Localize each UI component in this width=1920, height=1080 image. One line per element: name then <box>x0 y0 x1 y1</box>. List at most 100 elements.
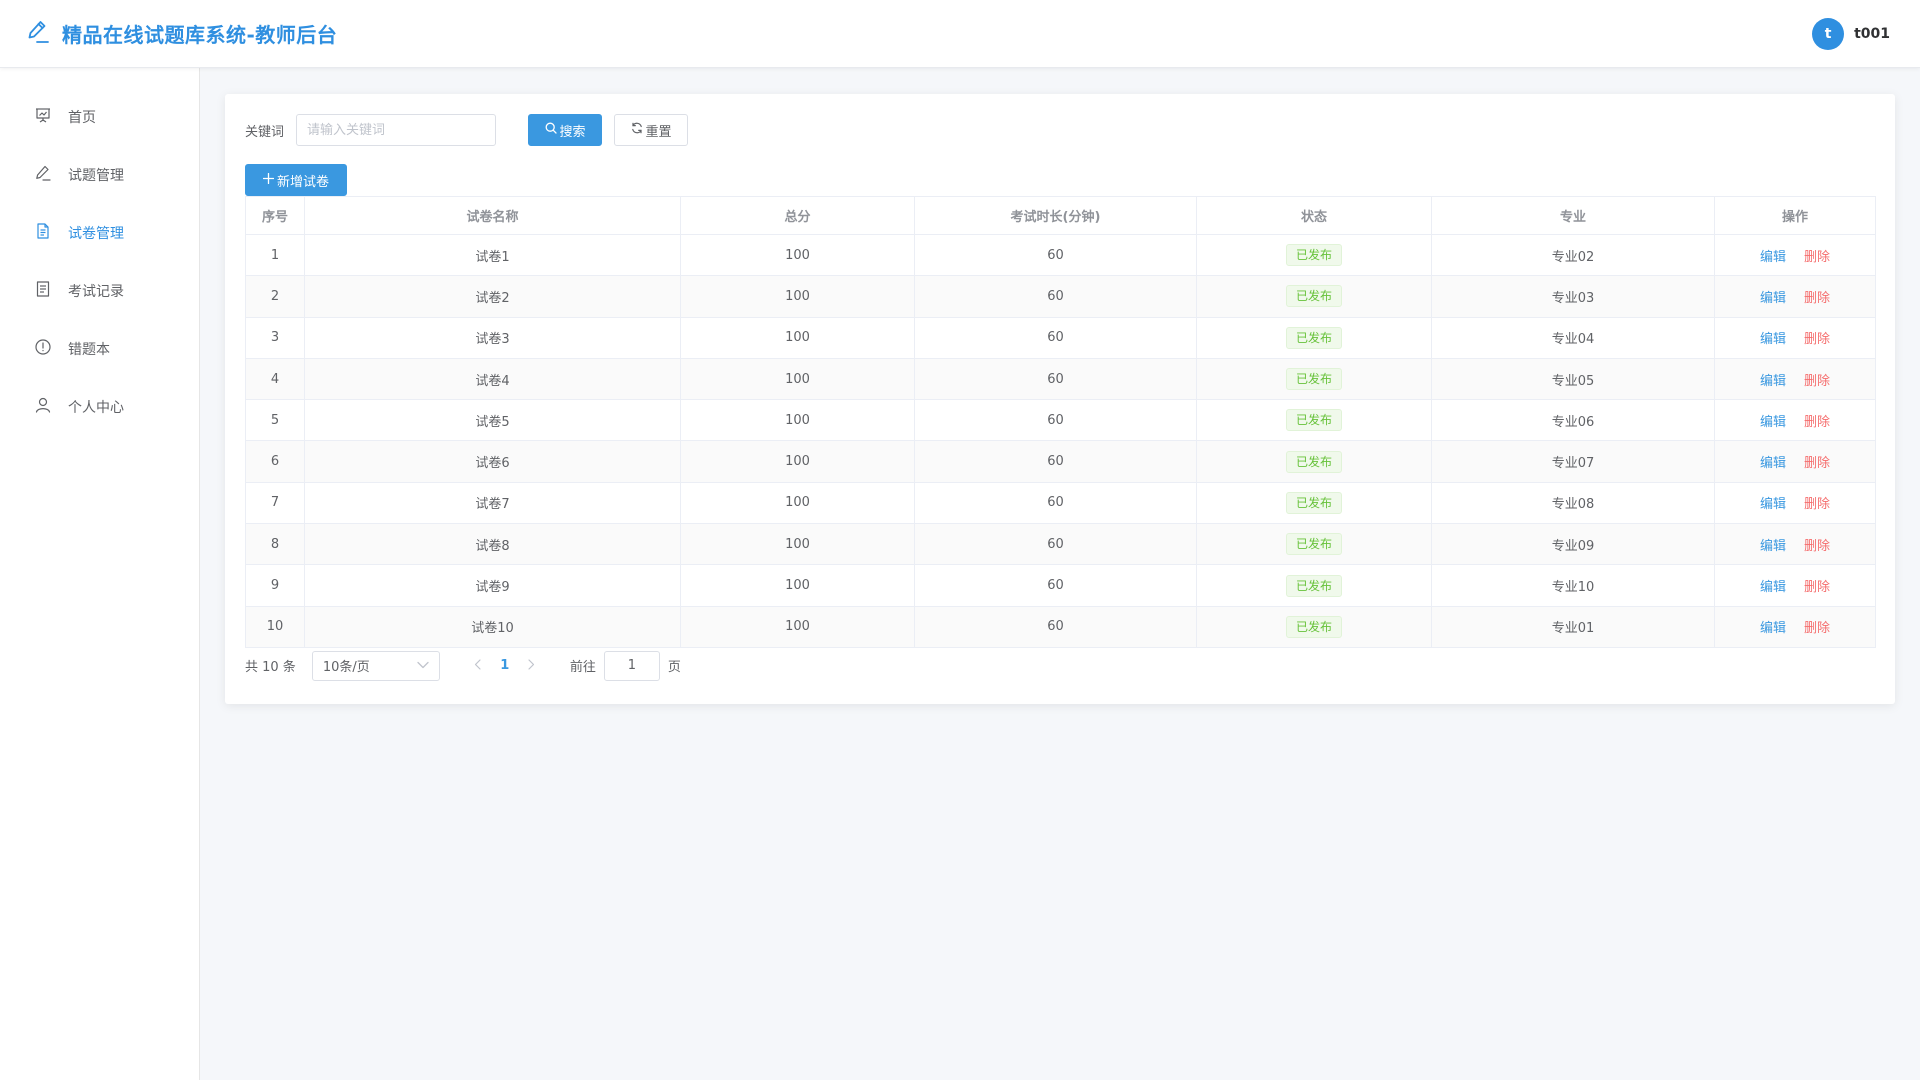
cell-major: 专业05 <box>1431 357 1715 401</box>
cell-paper-name: 试卷1 <box>304 233 681 277</box>
prev-page-button[interactable] <box>466 658 490 674</box>
cell-index: 10 <box>245 605 305 648</box>
edit-pen-icon <box>26 19 50 49</box>
chevron-left-icon <box>475 659 481 670</box>
status-badge: 已发布 <box>1285 615 1342 638</box>
cell-major: 专业04 <box>1431 316 1715 359</box>
next-page-button[interactable] <box>520 658 544 674</box>
cell-status: 已发布 <box>1196 481 1432 525</box>
search-button[interactable]: 搜索 <box>528 114 603 146</box>
edit-button[interactable]: 编辑 <box>1760 374 1786 389</box>
cell-index: 4 <box>245 357 305 401</box>
cell-major: 专业07 <box>1431 440 1715 483</box>
reset-button[interactable]: 重置 <box>614 114 689 146</box>
cell-actions: 编辑 删除 <box>1714 399 1876 442</box>
delete-button[interactable]: 删除 <box>1804 621 1830 636</box>
add-paper-button[interactable]: 新增试卷 <box>245 164 347 196</box>
cell-total-score: 100 <box>680 275 915 318</box>
column-header-score: 总分 <box>680 196 915 235</box>
avatar[interactable]: t <box>1812 17 1845 50</box>
cell-major: 专业02 <box>1431 233 1715 277</box>
table-row: 8 试卷8 100 60 已发布 专业09 编辑 删除 <box>245 523 1876 566</box>
cell-status: 已发布 <box>1196 564 1432 607</box>
goto-page-input[interactable] <box>603 650 660 681</box>
cell-status: 已发布 <box>1196 605 1432 648</box>
reset-button-label: 重置 <box>645 124 672 140</box>
cell-index: 6 <box>245 440 305 483</box>
sidebar-item-papers[interactable]: 试卷管理 <box>0 204 199 262</box>
edit-button[interactable]: 编辑 <box>1760 580 1786 595</box>
table-row: 1 试卷1 100 60 已发布 专业02 编辑 删除 <box>245 233 1876 277</box>
search-bar: 关键词 搜索 重置 <box>245 114 1875 146</box>
column-header-status: 状态 <box>1196 196 1432 235</box>
delete-button[interactable]: 删除 <box>1804 539 1830 554</box>
cell-status: 已发布 <box>1196 399 1432 442</box>
edit-button[interactable]: 编辑 <box>1760 621 1786 636</box>
column-header-major: 专业 <box>1431 196 1715 235</box>
sidebar-item-questions[interactable]: 试题管理 <box>0 146 199 204</box>
page-size-select[interactable]: 10条/页 <box>311 650 440 681</box>
cell-paper-name: 试卷5 <box>304 399 681 442</box>
app-title: 精品在线试题库系统-教师后台 <box>62 23 338 47</box>
table-row: 3 试卷3 100 60 已发布 专业04 编辑 删除 <box>245 316 1876 359</box>
cell-index: 1 <box>245 233 305 277</box>
search-input[interactable] <box>296 114 497 146</box>
delete-button[interactable]: 删除 <box>1804 580 1830 595</box>
delete-button[interactable]: 删除 <box>1804 291 1830 306</box>
status-badge: 已发布 <box>1285 574 1342 597</box>
cell-index: 9 <box>245 564 305 607</box>
status-badge: 已发布 <box>1285 491 1342 514</box>
table-row: 5 试卷5 100 60 已发布 专业06 编辑 删除 <box>245 399 1876 442</box>
table-row: 9 试卷9 100 60 已发布 专业10 编辑 删除 <box>245 564 1876 607</box>
sidebar-item-profile[interactable]: 个人中心 <box>0 378 199 436</box>
status-badge: 已发布 <box>1285 450 1342 473</box>
delete-button[interactable]: 删除 <box>1804 415 1830 430</box>
pagination: 共 10 条 10条/页 1 前往 页 <box>245 650 1875 682</box>
edit-button[interactable]: 编辑 <box>1760 456 1786 471</box>
delete-button[interactable]: 删除 <box>1804 332 1830 347</box>
top-header: 精品在线试题库系统-教师后台 t t001 <box>0 0 1920 68</box>
user-menu[interactable]: t t001 <box>1812 17 1890 50</box>
edit-button[interactable]: 编辑 <box>1760 415 1786 430</box>
delete-button[interactable]: 删除 <box>1804 497 1830 512</box>
sidebar-item-home[interactable]: 首页 <box>0 88 199 146</box>
cell-duration: 60 <box>914 233 1197 277</box>
cell-index: 5 <box>245 399 305 442</box>
delete-button[interactable]: 删除 <box>1804 456 1830 471</box>
username[interactable]: t001 <box>1854 26 1890 42</box>
cell-total-score: 100 <box>680 316 915 359</box>
cell-major: 专业10 <box>1431 564 1715 607</box>
cell-duration: 60 <box>914 564 1197 607</box>
edit-button[interactable]: 编辑 <box>1760 539 1786 554</box>
column-header-name: 试卷名称 <box>304 196 681 235</box>
edit-button[interactable]: 编辑 <box>1760 332 1786 347</box>
status-badge: 已发布 <box>1285 285 1342 308</box>
cell-duration: 60 <box>914 316 1197 359</box>
sidebar: 首页 试题管理 试卷管理 考试记录 错题本 个人中心 <box>0 68 200 1080</box>
delete-button[interactable]: 删除 <box>1804 374 1830 389</box>
cell-major: 专业01 <box>1431 605 1715 648</box>
cell-duration: 60 <box>914 399 1197 442</box>
table-row: 4 试卷4 100 60 已发布 专业05 编辑 删除 <box>245 357 1876 401</box>
page-number-current[interactable]: 1 <box>490 658 520 673</box>
cell-actions: 编辑 删除 <box>1714 440 1876 483</box>
cell-total-score: 100 <box>680 399 915 442</box>
search-icon <box>545 122 557 138</box>
document-icon <box>34 222 52 244</box>
cell-total-score: 100 <box>680 605 915 648</box>
table-row: 10 试卷10 100 60 已发布 专业01 编辑 删除 <box>245 605 1876 648</box>
table-header-row: 序号 试卷名称 总分 考试时长(分钟) 状态 专业 操作 <box>245 196 1876 235</box>
cell-status: 已发布 <box>1196 316 1432 359</box>
status-badge: 已发布 <box>1285 326 1342 349</box>
main-panel: 关键词 搜索 重置 新增试卷 <box>225 94 1895 704</box>
sidebar-item-wrong-book[interactable]: 错题本 <box>0 320 199 378</box>
sidebar-item-label: 考试记录 <box>68 284 124 300</box>
cell-total-score: 100 <box>680 564 915 607</box>
edit-button[interactable]: 编辑 <box>1760 497 1786 512</box>
edit-button[interactable]: 编辑 <box>1760 250 1786 265</box>
cell-actions: 编辑 删除 <box>1714 481 1876 525</box>
cell-duration: 60 <box>914 523 1197 566</box>
edit-button[interactable]: 编辑 <box>1760 291 1786 306</box>
delete-button[interactable]: 删除 <box>1804 250 1830 265</box>
sidebar-item-exam-records[interactable]: 考试记录 <box>0 262 199 320</box>
